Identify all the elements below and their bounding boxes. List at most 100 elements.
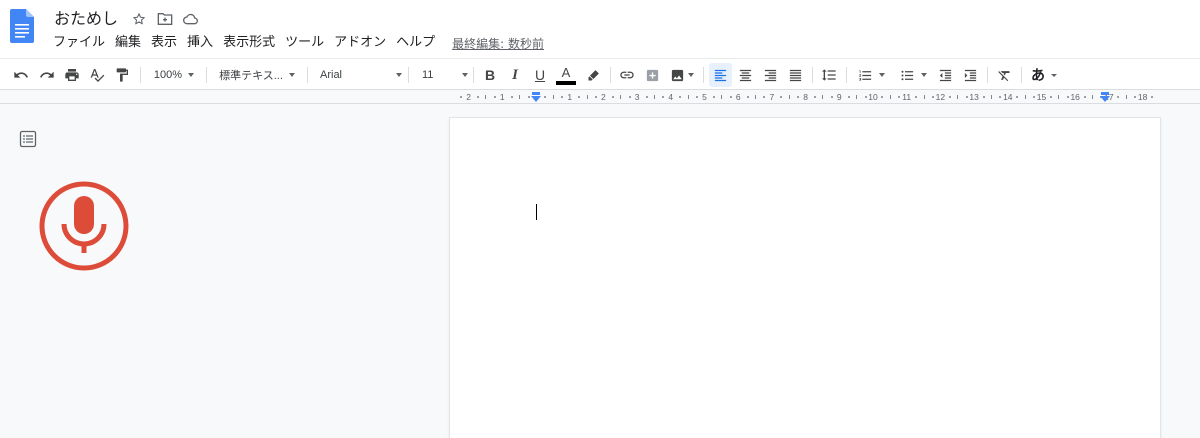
ruler-dot: [645, 96, 648, 98]
ruler-dot: [729, 96, 732, 98]
ruler-dot: [628, 96, 631, 98]
ruler-tick: [721, 95, 723, 99]
ruler-tick: [552, 95, 554, 99]
docs-logo-icon[interactable]: [10, 9, 34, 43]
zoom-select[interactable]: 100%: [148, 63, 200, 87]
print-icon[interactable]: [61, 63, 83, 87]
document-page[interactable]: [450, 118, 1160, 438]
left-indent-marker-icon[interactable]: [531, 92, 541, 102]
ruler-dot: [847, 96, 850, 98]
menu-addons[interactable]: アドオン: [329, 33, 391, 53]
italic-icon: I: [512, 66, 518, 83]
line-spacing-icon[interactable]: [818, 63, 840, 87]
ruler-dot: [797, 96, 800, 98]
insert-comment-icon[interactable]: [641, 63, 663, 87]
align-right-icon[interactable]: [759, 63, 781, 87]
toolbar-separator: [307, 67, 308, 83]
last-edit-link[interactable]: 最終編集: 数秒前: [452, 35, 544, 52]
ruler-track[interactable]: 2 1 1 2 3 4 5 6 7 8 9 10 11 12 13 14 15 16 17 18: [451, 91, 1160, 103]
menu-view[interactable]: 表示: [146, 33, 182, 53]
text-cursor: [536, 204, 537, 220]
right-indent-marker-icon[interactable]: [1100, 92, 1111, 102]
ruler-dot: [948, 96, 951, 98]
ruler-dot: [864, 96, 867, 98]
ruler-tick: [990, 95, 992, 99]
style-value: 標準テキス...: [219, 70, 283, 82]
ruler-label: 3: [634, 92, 640, 102]
toolbar-separator: [846, 67, 847, 83]
title-row: おためし: [54, 8, 200, 30]
ruler-dot: [578, 96, 581, 98]
spellcheck-icon[interactable]: [86, 63, 108, 87]
chevron-down-icon: [288, 73, 295, 77]
ruler-tick: [1125, 95, 1127, 99]
clear-formatting-icon[interactable]: [993, 63, 1015, 87]
ruler-label: 4: [668, 92, 674, 102]
text-color-button[interactable]: A: [554, 63, 578, 87]
numbered-list-button[interactable]: [852, 63, 890, 87]
move-to-folder-icon[interactable]: [156, 10, 174, 28]
align-justify-icon[interactable]: [784, 63, 806, 87]
menu-insert[interactable]: 挿入: [182, 33, 218, 53]
menu-edit[interactable]: 編集: [110, 33, 146, 53]
ruler-label: 12: [935, 92, 946, 102]
highlight-color-icon[interactable]: [582, 63, 604, 87]
ruler-tick: [653, 95, 655, 99]
insert-image-button[interactable]: [666, 63, 698, 87]
decrease-indent-icon[interactable]: [934, 63, 956, 87]
ruler-dot: [510, 96, 513, 98]
ruler-dot: [477, 96, 480, 98]
insert-link-icon[interactable]: [616, 63, 638, 87]
toolbar-separator: [1021, 67, 1022, 83]
align-center-icon[interactable]: [734, 63, 756, 87]
menu-help[interactable]: ヘルプ: [391, 33, 440, 53]
ruler-dot: [931, 96, 934, 98]
ruler-tick: [485, 95, 487, 99]
ruler-dot: [1049, 96, 1052, 98]
star-icon[interactable]: [130, 10, 148, 28]
font-size-select[interactable]: 11: [416, 63, 468, 87]
italic-button[interactable]: I: [504, 63, 526, 87]
toolbar-separator: [140, 67, 141, 83]
ruler-dot: [561, 96, 564, 98]
ruler-dot: [594, 96, 597, 98]
ruler-label: 11: [902, 92, 912, 102]
chevron-down-icon: [920, 73, 927, 77]
align-left-icon[interactable]: [709, 63, 732, 87]
voice-typing-microphone-icon[interactable]: [38, 180, 130, 272]
font-select[interactable]: Arial: [316, 63, 402, 87]
increase-indent-icon[interactable]: [959, 63, 981, 87]
menu-format[interactable]: 表示形式: [218, 33, 280, 53]
bulleted-list-button[interactable]: [894, 63, 932, 87]
ruler-dot: [915, 96, 918, 98]
input-tools-icon: あ: [1031, 68, 1045, 84]
ruler-dot: [696, 96, 699, 98]
ruler-tick: [620, 95, 622, 99]
ruler-dot: [679, 96, 682, 98]
ruler-dot: [814, 96, 817, 98]
menu-file[interactable]: ファイル: [48, 33, 110, 53]
document-title[interactable]: おためし: [54, 9, 118, 29]
bold-button[interactable]: B: [479, 63, 501, 87]
toolbar-separator: [703, 67, 704, 83]
ruler-dot: [965, 96, 968, 98]
ruler-dot: [712, 96, 715, 98]
redo-icon[interactable]: [36, 63, 58, 87]
ruler-tick: [788, 95, 790, 99]
underline-button[interactable]: U: [529, 63, 551, 87]
menu-tools[interactable]: ツール: [280, 33, 329, 53]
paint-format-icon[interactable]: [111, 63, 133, 87]
menu-bar: ファイル 編集 表示 挿入 表示形式 ツール アドオン ヘルプ 最終編集: 数秒…: [48, 33, 544, 53]
chevron-down-icon: [1051, 73, 1057, 77]
toolbar-separator: [610, 67, 611, 83]
chevron-down-icon: [396, 73, 402, 77]
input-tools-button[interactable]: あ: [1027, 63, 1061, 87]
undo-icon[interactable]: [10, 63, 32, 87]
style-select[interactable]: 標準テキス...: [214, 63, 300, 87]
cloud-saved-icon[interactable]: [182, 10, 200, 28]
ruler[interactable]: 2 1 1 2 3 4 5 6 7 8 9 10 11 12 13 14 15 16 17 18: [0, 90, 1200, 104]
ruler-label: 13: [969, 92, 979, 102]
document-outline-icon[interactable]: [19, 130, 37, 148]
ruler-dot: [1033, 96, 1036, 98]
toolbar-separator: [812, 67, 813, 83]
